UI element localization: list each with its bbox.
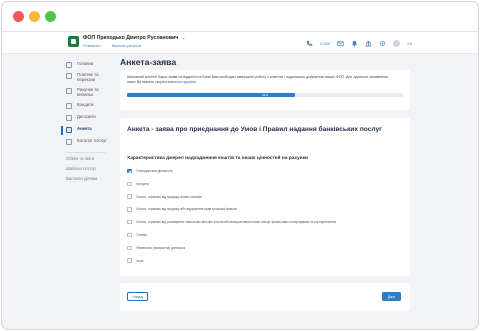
accounts-icon: [66, 88, 72, 94]
instruction-link[interactable]: інструкцією: [178, 80, 196, 84]
sidebar-item-label: Обмін та звіти: [66, 156, 95, 161]
chevron-down-icon: ⌄: [181, 35, 186, 41]
source-option[interactable]: Кошти, отримані від продажу або відчужен…: [127, 206, 237, 212]
back-button[interactable]: Назад: [127, 292, 148, 301]
section-heading: Характеристика джерел надходження коштів…: [127, 156, 308, 161]
company-name: ФОП Приходько Дмитро Русланович: [83, 35, 179, 41]
option-label: Фінансова (поворотна) допомога: [136, 245, 186, 250]
transfer-icon: [66, 73, 72, 79]
option-label: Кошти, отримані від продажу або відчужен…: [136, 207, 237, 212]
sidebar-item-label: Депозити: [77, 114, 96, 119]
option-label: Кредити: [136, 181, 149, 186]
sidebar-item-label: Каталог послуг: [77, 138, 107, 143]
progress-card: Шановний клієнте! Ваша заява на відкритт…: [120, 70, 410, 110]
catalog-icon: [66, 139, 72, 145]
source-option[interactable]: Інше: [127, 258, 143, 264]
option-checkbox[interactable]: [127, 232, 132, 238]
source-option[interactable]: Кошти, отримані від розміщення тимчасово…: [127, 219, 336, 225]
option-label: Господарська діяльність: [136, 169, 173, 173]
form-heading: Анкета - заява про приєднання до Умов і …: [127, 126, 382, 133]
source-option[interactable]: Позика: [127, 232, 147, 238]
requisites-link[interactable]: Реквізити: [83, 43, 101, 48]
notice-text: Шановний клієнте! Ваша заява на відкритт…: [127, 75, 397, 84]
user-avatar[interactable]: [393, 39, 401, 47]
next-button[interactable]: Далі: [382, 292, 401, 301]
header-actions: 0 800 УА: [306, 38, 412, 48]
option-checkbox[interactable]: [127, 168, 132, 174]
sidebar-item-accounts[interactable]: Рахунки та виписки: [66, 87, 108, 100]
completion-progress: 61%: [127, 93, 403, 97]
page-title: Анкета-заява: [120, 57, 177, 67]
top-header: ФОП Приходько Дмитро Русланович ⌄ Реквізи…: [2, 32, 478, 54]
sidebar-item-label: Виплати діячам: [66, 176, 98, 181]
credit-icon: [66, 103, 72, 109]
source-option[interactable]: Кошти, отримані від продажу цінних папер…: [127, 194, 202, 200]
sidebar-item-label: Анкета: [77, 126, 92, 131]
form-icon: [66, 127, 72, 133]
source-option[interactable]: Кредити: [127, 181, 149, 187]
option-checkbox[interactable]: [127, 258, 132, 263]
option-checkbox[interactable]: [127, 207, 132, 212]
questionnaire-card: Анкета - заява про приєднання до Умов і …: [120, 118, 410, 276]
option-label: Кошти, отримані від розміщення тимчасово…: [136, 220, 337, 225]
sidebar-divider: [66, 152, 106, 153]
option-label: Кошти, отримані від продажу цінних папер…: [136, 194, 202, 199]
sidebar-item-label: Кредити: [77, 102, 94, 107]
progress-label: 61%: [261, 93, 268, 97]
company-links: Реквізити Мульти-рахунок: [83, 43, 151, 48]
sidebar-item-label: Платежі та перекази: [77, 72, 99, 82]
bell-icon[interactable]: [351, 40, 358, 47]
language-switcher[interactable]: УА: [407, 41, 412, 46]
sidebar-nav: Головна Платежі та перекази Рахунки та в…: [2, 54, 114, 329]
app-window: ФОП Приходько Дмитро Русланович ⌄ Реквізи…: [1, 1, 479, 330]
sidebar-item-payouts[interactable]: Виплати діячам: [66, 176, 98, 189]
bank-logo: [68, 36, 79, 47]
sidebar-item-catalog[interactable]: Каталог послуг: [66, 138, 107, 151]
home-icon: [66, 62, 72, 68]
option-checkbox[interactable]: [127, 181, 132, 187]
bank-icon[interactable]: [365, 40, 372, 47]
sidebar-item-label: Головна: [77, 61, 94, 66]
option-checkbox[interactable]: [127, 245, 132, 251]
window-titlebar: [2, 2, 478, 32]
sidebar-item-label: Рахунки та виписки: [77, 87, 99, 97]
source-option[interactable]: Фінансова (поворотна) допомога: [127, 245, 185, 251]
sidebar-item-label: Шаблон послуг: [66, 166, 97, 171]
deposit-icon: [66, 115, 72, 121]
option-label: Позика: [136, 233, 148, 237]
form-footer: Назад Далі: [120, 283, 410, 311]
maximize-window-button[interactable]: [45, 11, 56, 22]
close-window-button[interactable]: [13, 11, 24, 22]
option-label: Інше: [136, 258, 144, 263]
company-switcher[interactable]: ФОП Приходько Дмитро Русланович ⌄: [83, 35, 186, 41]
settings-icon[interactable]: [379, 40, 386, 47]
option-checkbox[interactable]: [127, 219, 132, 225]
active-indicator: [61, 126, 63, 135]
mail-icon[interactable]: [337, 40, 344, 47]
support-phone[interactable]: 0 800: [320, 41, 330, 46]
multi-account-link[interactable]: Мульти-рахунок: [112, 43, 141, 48]
notice-body: Шановний клієнте! Ваша заява на відкритт…: [127, 75, 389, 84]
option-checkbox[interactable]: [127, 194, 132, 199]
source-option[interactable]: Господарська діяльність: [127, 168, 173, 174]
sidebar-item-payments[interactable]: Платежі та перекази: [66, 72, 108, 85]
minimize-window-button[interactable]: [29, 11, 40, 22]
phone-icon[interactable]: [306, 40, 313, 47]
